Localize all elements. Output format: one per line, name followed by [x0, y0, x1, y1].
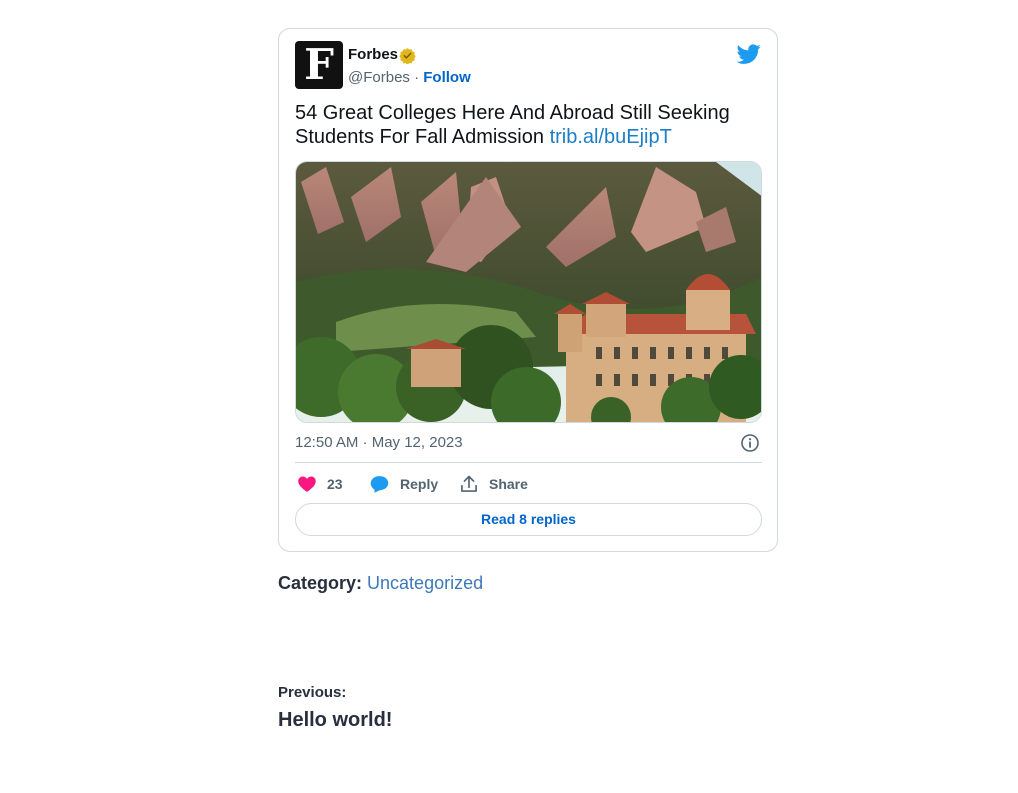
tweet-media-image[interactable] — [295, 161, 762, 423]
tweet-timestamp[interactable]: 12:50 AM · May 12, 2023 — [295, 434, 463, 451]
post-category: Category: Uncategorized — [278, 573, 483, 594]
author-name[interactable]: Forbes — [348, 46, 398, 63]
verified-badge-icon — [399, 48, 416, 64]
like-count: 23 — [327, 476, 343, 492]
campus-mountain-photo — [296, 162, 761, 422]
share-upload-icon — [461, 475, 477, 492]
author-handle-line: @Forbes · Follow — [348, 69, 471, 86]
share-label: Share — [489, 476, 528, 492]
reply-button[interactable]: Reply — [369, 473, 438, 495]
handle-separator: · — [409, 69, 424, 86]
author-handle[interactable]: @Forbes — [348, 69, 410, 86]
twitter-bird-icon[interactable] — [737, 42, 761, 66]
category-link[interactable]: Uncategorized — [367, 573, 483, 593]
author-avatar[interactable]: F — [295, 41, 343, 89]
read-replies-button[interactable]: Read 8 replies — [295, 503, 762, 536]
speech-bubble-icon — [370, 476, 389, 493]
share-button[interactable]: Share — [459, 473, 528, 495]
tweet-divider — [295, 462, 762, 463]
previous-post-label: Previous: — [278, 684, 347, 701]
category-label: Category: — [278, 573, 363, 593]
tweet-link[interactable]: trib.al/buEjipT — [550, 126, 672, 148]
heart-icon — [298, 476, 316, 492]
previous-post-link[interactable]: Hello world! — [278, 709, 392, 732]
tweet-embed-card: F Forbes @Forbes · Follow 54 Great Colle… — [278, 28, 778, 552]
like-button[interactable]: 23 — [297, 473, 343, 495]
reply-label: Reply — [400, 476, 439, 492]
follow-link[interactable]: Follow — [423, 69, 471, 86]
info-icon[interactable] — [740, 433, 760, 453]
tweet-text: 54 Great Colleges Here And Abroad Still … — [295, 101, 763, 149]
